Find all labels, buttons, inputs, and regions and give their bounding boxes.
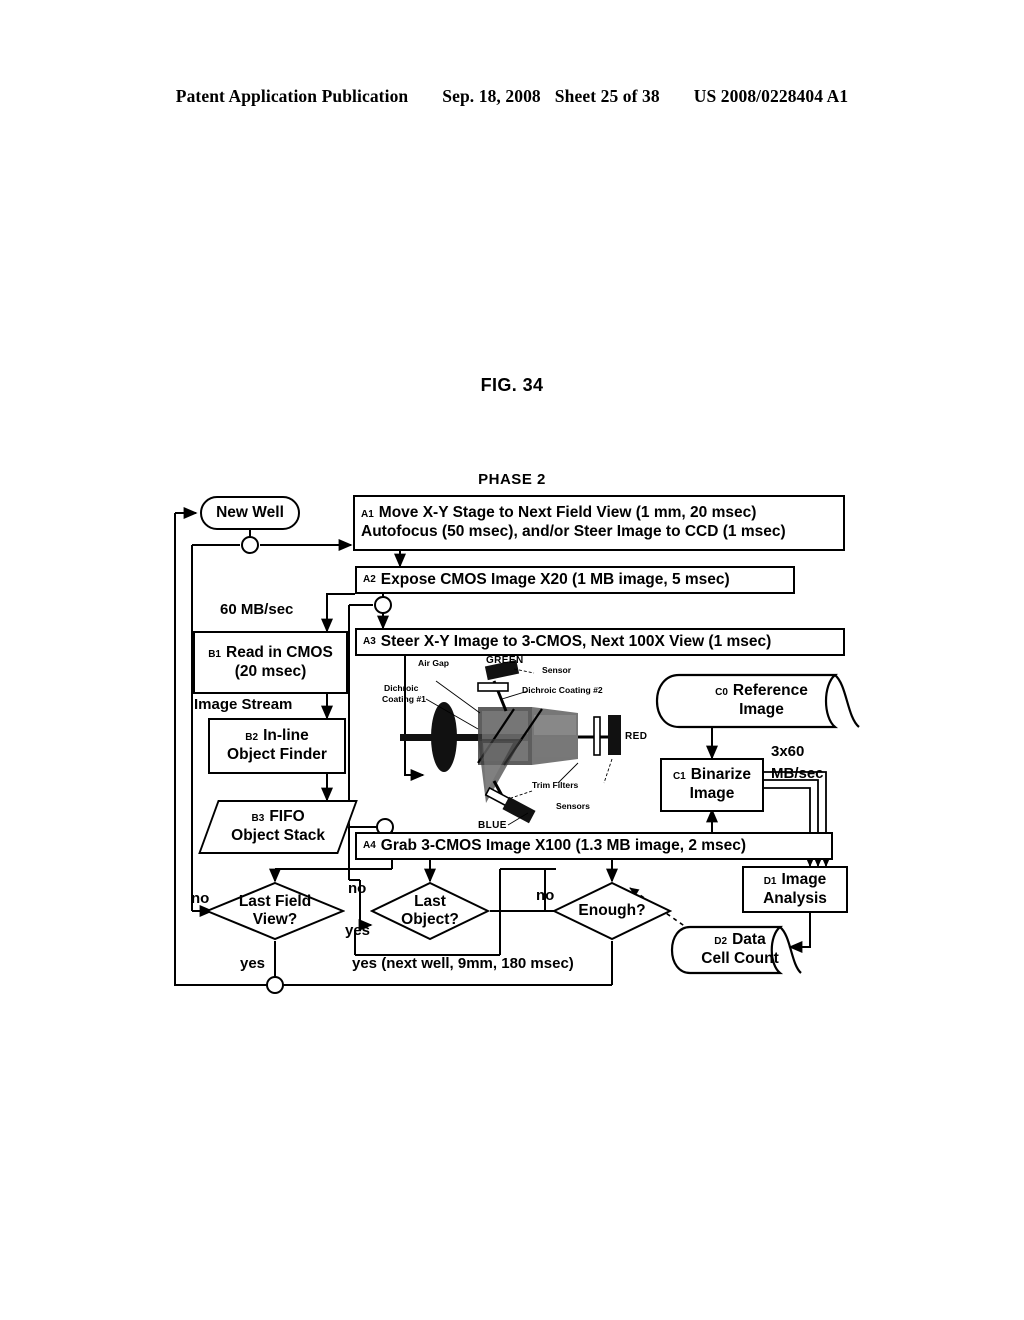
d2-tag: D2 <box>714 936 728 948</box>
label-yes-next-well: yes (next well, 9mm, 180 msec) <box>352 955 574 972</box>
last-field-view-label: Last Field View? <box>205 881 345 941</box>
label-no-last-field-view: no <box>191 890 210 907</box>
b2-line2: Object Finder <box>227 746 327 763</box>
d2-line2: Cell Count <box>701 950 779 967</box>
node-new-well[interactable]: New Well <box>200 496 300 530</box>
node-a4[interactable]: A4 Grab 3-CMOS Image X100 (1.3 MB image,… <box>355 832 833 860</box>
dec-enough-line1: Enough? <box>578 902 646 920</box>
dec-object-line1: Last <box>414 893 446 911</box>
node-c0[interactable]: C0 Reference Image <box>655 673 860 729</box>
optics-label-dichroic2: Dichroic Coating #2 <box>522 685 603 695</box>
label-yes-last-field-view: yes <box>240 955 266 972</box>
d1-line1: Image <box>781 870 827 888</box>
a2-line1: Expose CMOS Image X20 (1 MB image, 5 mse… <box>380 570 730 588</box>
decision-last-object[interactable]: Last Object? <box>369 881 491 941</box>
c1-line1: Binarize <box>690 766 752 784</box>
optics-label-red: RED <box>625 731 648 742</box>
new-well-label: New Well <box>216 504 284 521</box>
b3-line2: Object Stack <box>231 827 325 844</box>
b1-line1: Read in CMOS <box>226 643 333 661</box>
b1-tag: B1 <box>208 648 221 660</box>
c1-tag: C1 <box>672 771 686 783</box>
c1-line2: Image <box>689 785 735 802</box>
optics-svg <box>400 659 621 826</box>
d1-tag: D1 <box>763 875 777 887</box>
label-no-enough: no <box>536 887 555 904</box>
dec-object-line2: Object? <box>401 911 459 928</box>
node-c1[interactable]: C1 Binarize Image <box>660 758 764 812</box>
node-a3[interactable]: A3 Steer X-Y Image to 3-CMOS, Next 100X … <box>355 628 845 656</box>
label-image-stream: Image Stream <box>194 696 293 713</box>
optics-label-dichroic1-line1: Dichroic <box>384 683 419 693</box>
node-b1[interactable]: B1 Read in CMOS (20 msec) <box>193 631 348 694</box>
node-b2[interactable]: B2 In-line Object Finder <box>208 718 346 774</box>
label-rate-3x60-line2: MB/sec <box>771 765 824 782</box>
b3-line1: FIFO <box>269 808 305 826</box>
optics-label-green: GREEN <box>486 655 524 666</box>
c0-line1: Reference <box>732 682 808 700</box>
d2-label: D2 Data Cell Count <box>670 925 802 975</box>
optics-label-air-gap: Air Gap <box>418 658 450 668</box>
label-no-last-object: no <box>348 880 367 897</box>
c0-line2: Image <box>739 701 784 718</box>
d2-line1: Data <box>732 931 766 949</box>
dec-field-line2: View? <box>252 911 298 928</box>
node-b3[interactable]: B3 FIFO Object Stack <box>198 800 358 854</box>
a3-tag: A3 <box>363 635 376 647</box>
c0-label: C0 Reference Image <box>655 673 860 729</box>
optics-label-sensor: Sensor <box>542 665 572 675</box>
flowchart-diagram: New Well A1 Move X-Y Stage to Next Field… <box>0 0 1024 1320</box>
b2-line1: In-line <box>263 727 309 745</box>
a4-line1: Grab 3-CMOS Image X100 (1.3 MB image, 2 … <box>380 836 747 854</box>
decision-enough[interactable]: Enough? <box>551 881 673 941</box>
a1-tag: A1 <box>361 509 374 521</box>
label-rate-60: 60 MB/sec <box>220 601 294 618</box>
optics-label-dichroic1-line2: Coating #1 <box>382 694 426 704</box>
node-d2[interactable]: D2 Data Cell Count <box>670 925 802 975</box>
a1-line2: Autofocus (50 msec), and/or Steer Image … <box>361 523 786 540</box>
a2-tag: A2 <box>363 573 376 585</box>
a4-tag: A4 <box>363 839 376 851</box>
decision-last-field-view[interactable]: Last Field View? <box>204 881 346 941</box>
node-d1[interactable]: D1 Image Analysis <box>742 866 848 913</box>
b1-line2: (20 msec) <box>234 662 307 680</box>
optics-label-blue: BLUE <box>478 820 507 831</box>
b3-tag: B3 <box>251 813 265 825</box>
optics-illustration: Air Gap GREEN Sensor Dichroic Coating #1… <box>382 655 652 835</box>
label-rate-3x60-line1: 3x60 <box>771 743 805 760</box>
a3-line1: Steer X-Y Image to 3-CMOS, Next 100X Vie… <box>380 632 772 650</box>
enough-label: Enough? <box>552 881 672 941</box>
dec-field-line1: Last Field <box>238 893 312 911</box>
optics-label-sensors: Sensors <box>556 801 590 811</box>
optics-label-trim-filters: Trim Filters <box>532 780 579 790</box>
b2-tag: B2 <box>245 732 259 744</box>
last-object-label: Last Object? <box>370 881 490 941</box>
d1-line2: Analysis <box>763 889 827 907</box>
c0-tag: C0 <box>715 687 728 699</box>
label-yes-last-object: yes <box>345 922 371 939</box>
node-a2[interactable]: A2 Expose CMOS Image X20 (1 MB image, 5 … <box>355 566 795 594</box>
node-a1[interactable]: A1 Move X-Y Stage to Next Field View (1 … <box>353 495 845 551</box>
a1-line1: Move X-Y Stage to Next Field View (1 mm,… <box>378 504 757 522</box>
